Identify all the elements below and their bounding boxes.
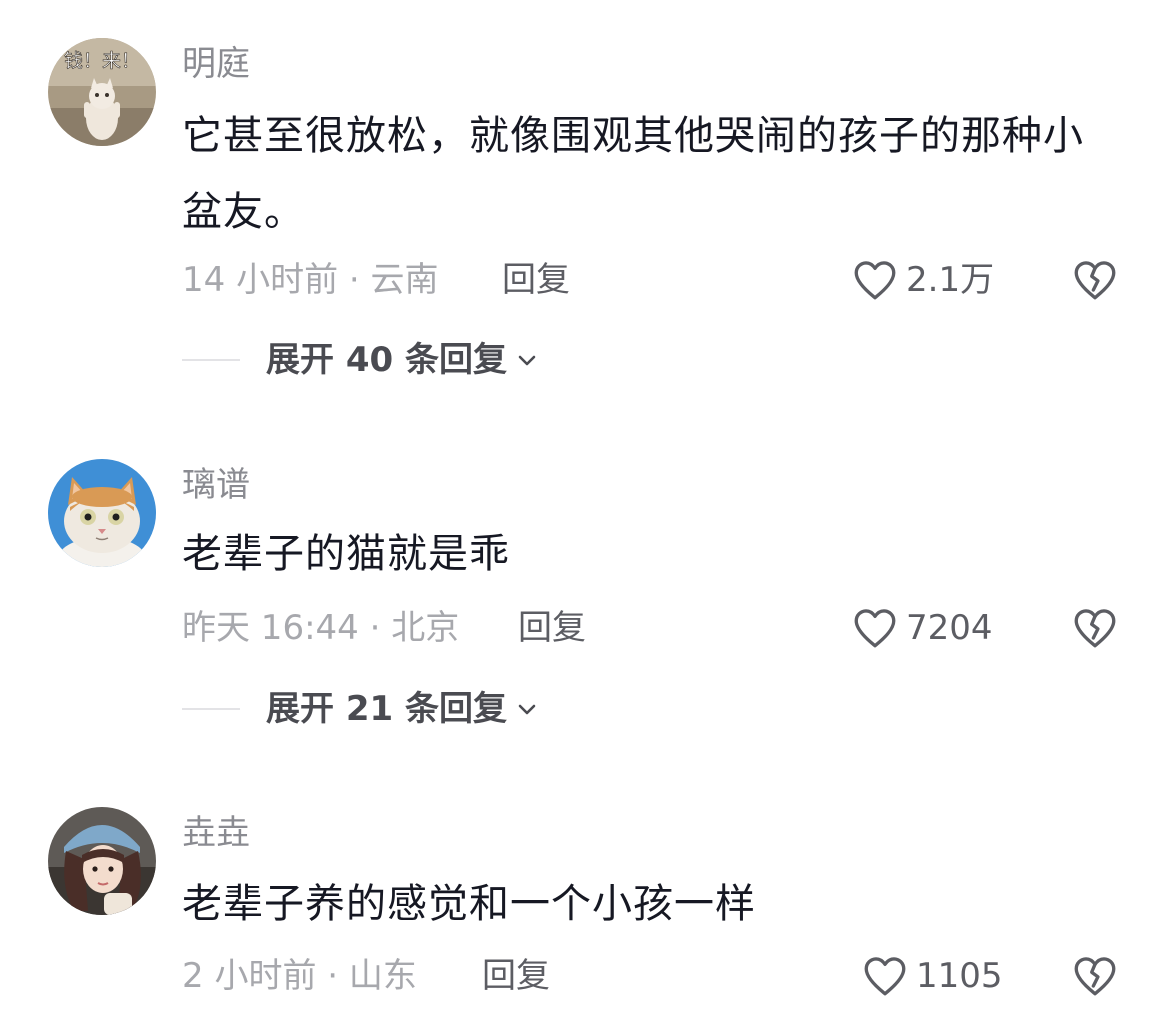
avatar-image [48, 807, 156, 915]
username[interactable]: 垚垚 [182, 811, 250, 855]
heart-outline-icon [864, 957, 906, 996]
like-count: 1105 [916, 956, 1003, 996]
dislike-button[interactable] [1070, 951, 1120, 1001]
comment-time-location: 2 小时前 · 山东 [182, 956, 417, 996]
reply-button[interactable]: 回复 [482, 954, 550, 998]
like-button[interactable]: 1105 [860, 951, 1003, 1001]
comment-text: 老辈子养的感觉和一个小孩一样 [182, 881, 756, 927]
broken-heart-icon [1074, 957, 1116, 996]
avatar[interactable] [48, 807, 156, 915]
comment-item: 垚垚 老辈子养的感觉和一个小孩一样 2 小时前 · 山东 回复 1105 [0, 0, 1169, 1019]
